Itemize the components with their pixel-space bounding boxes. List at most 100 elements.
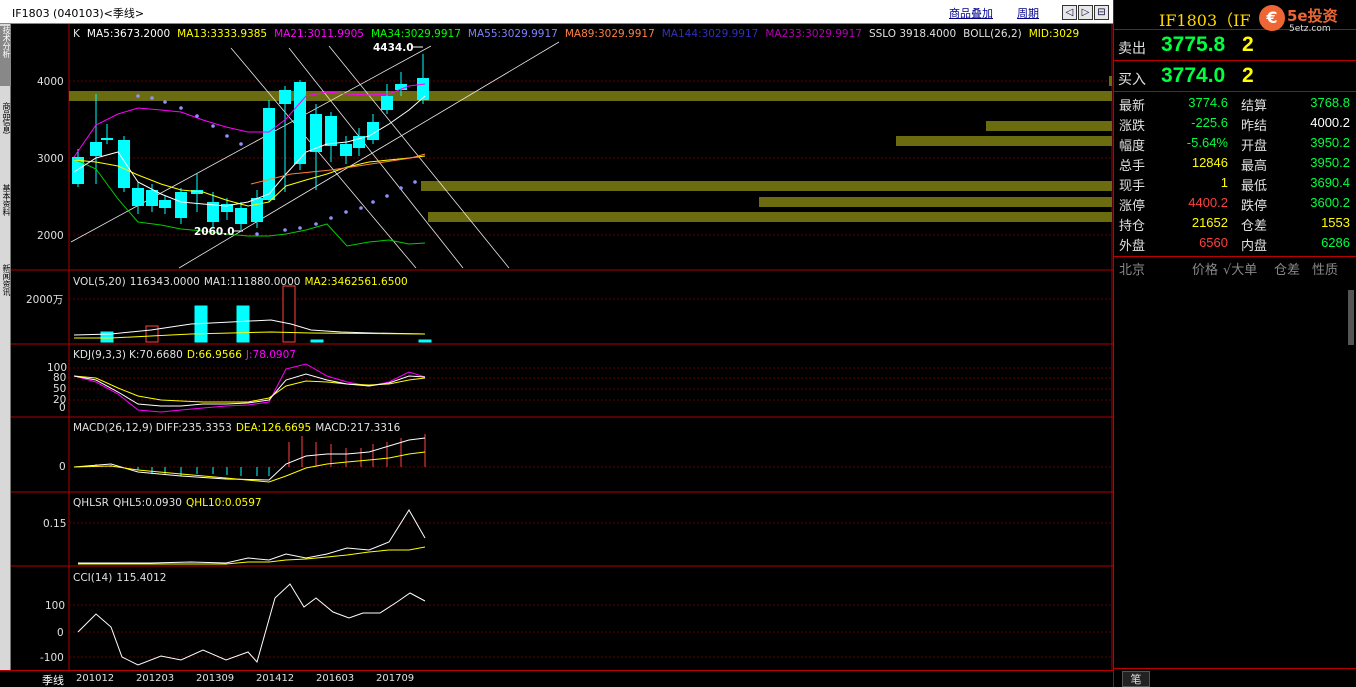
quote-value: 3690.4 (1310, 175, 1350, 190)
candle-body (132, 188, 144, 206)
volume-bar (282, 285, 296, 343)
cycle-link[interactable]: 周期 (1017, 5, 1039, 21)
ticker-col-nature: 性质 (1312, 263, 1339, 278)
quote-value: -225.6 (1191, 115, 1228, 130)
cci-legend: CCI(14) 115.4012 (73, 572, 166, 584)
ticker-col-location: 北京 (1119, 263, 1146, 278)
quote-key: 结算 (1241, 99, 1268, 114)
candle-body (175, 192, 187, 218)
candle-body (340, 144, 352, 156)
sar-dot (211, 124, 215, 128)
date-tick: 201603 (316, 673, 355, 684)
price-tick-4000: 4000 (37, 76, 64, 88)
price-tick-3000: 3000 (37, 153, 64, 165)
zoom-button[interactable]: ⊟ (1094, 5, 1109, 20)
quote-value: 21652 (1191, 215, 1228, 230)
period-label[interactable]: 季线 (42, 672, 64, 687)
tab-basic-data[interactable]: 基本资料 (0, 184, 11, 244)
quote-key: 最低 (1241, 179, 1268, 194)
quote-row: 持仓 21652 仓差 1553 (1114, 213, 1356, 234)
quote-value: 3600.2 (1310, 195, 1350, 210)
indicator-label: SSLO 3918.4000 (869, 28, 956, 40)
sell-row: 卖出 3775.8 2 (1114, 31, 1356, 61)
scroll-left-button[interactable]: ◁ (1062, 5, 1077, 20)
sar-dot (298, 226, 302, 230)
date-tick: 201203 (136, 673, 175, 684)
sar-dot (225, 134, 229, 138)
quote-symbol: IF1803（IF (1159, 11, 1251, 30)
sar-dot (413, 180, 417, 184)
chart-symbol-title: IF1803 (040103)<季线> (12, 7, 145, 20)
sar-dot (283, 228, 287, 232)
panel-scrollbar[interactable] (1348, 290, 1354, 345)
volume-bar (310, 339, 324, 343)
sar-dot (136, 94, 140, 98)
buy-row: 买入 3774.0 2 (1114, 62, 1356, 92)
indicator-label: MID:3029 (1029, 28, 1080, 40)
sell-price: 3775.8 (1161, 33, 1226, 56)
quote-key: 仓差 (1241, 219, 1268, 234)
indicator-label: MA34:3029.9917 (371, 28, 461, 40)
volume-bar (145, 325, 159, 343)
sell-label: 卖出 (1118, 41, 1146, 57)
sar-dot (329, 216, 333, 220)
trend-lines (70, 41, 560, 269)
volume-bar (236, 305, 250, 343)
date-axis: 季线 201012 201203 201309 201412 201603 20… (0, 670, 1113, 687)
ticker-col-bigorder[interactable]: √大单 (1223, 259, 1257, 278)
overlay-link[interactable]: 商品叠加 (949, 5, 993, 21)
sar-dot (150, 96, 154, 100)
vol-tick: 2000万 (26, 294, 63, 306)
kdj-j-line (73, 363, 426, 413)
candle-body (159, 200, 171, 208)
sar-dot (371, 200, 375, 204)
price-tick-2000: 2000 (37, 230, 64, 242)
low-price-marker: 2060.0 (194, 226, 235, 238)
sar-dot (314, 222, 318, 226)
left-tab-strip: 技术分析 商品信息 基本资料 新闻资讯 (0, 24, 11, 670)
quote-key: 最高 (1241, 159, 1268, 174)
candle-body (263, 108, 275, 200)
macd-bars (95, 434, 426, 476)
moving-average-lines (73, 83, 426, 247)
cci-tick-100: 100 (45, 600, 65, 612)
quote-value: 4000.2 (1310, 115, 1350, 130)
chart-area[interactable]: 4000 3000 2000 4434.0 2060.0 K MA5:3673.2… (11, 24, 1113, 670)
indicator-label: K (73, 28, 81, 40)
sar-dot (239, 142, 243, 146)
ticker-col-price: 价格 (1192, 263, 1219, 278)
indicator-label: MA144:3029.9917 (662, 28, 759, 40)
logo-brand: 5e投资 (1287, 7, 1338, 25)
quote-row: 总手 12846 最高 3950.2 (1114, 153, 1356, 174)
indicator-label: BOLL(26,2) (963, 28, 1022, 40)
quote-value: 3950.2 (1310, 155, 1350, 170)
quote-value: 3768.8 (1310, 95, 1350, 110)
quote-value: -5.64% (1186, 135, 1228, 150)
sar-dot (359, 206, 363, 210)
buy-qty: 2 (1242, 64, 1254, 87)
quote-value: 3950.2 (1310, 135, 1350, 150)
ticker-col-oi-change: 仓差 (1274, 263, 1301, 278)
tab-product-info[interactable]: 商品信息 (0, 102, 11, 162)
date-tick: 201309 (196, 673, 235, 684)
candle-body (251, 198, 263, 222)
indicator-label: MA89:3029.9917 (565, 28, 655, 40)
quote-key: 外盘 (1119, 239, 1146, 254)
tab-technical[interactable]: 技术分析 (0, 26, 11, 86)
candle-body (381, 96, 393, 110)
indicator-label: MA5:3673.2000 (87, 28, 170, 40)
quote-key: 幅度 (1119, 139, 1146, 154)
sar-dot (385, 194, 389, 198)
main-indicator-legend: K MA5:3673.2000 MA13:3333.9385 MA21:3011.99… (73, 28, 1079, 40)
sell-qty: 2 (1242, 33, 1254, 56)
scroll-right-button[interactable]: ▷ (1078, 5, 1093, 20)
quote-key: 现手 (1119, 179, 1146, 194)
tab-news[interactable]: 新闻资讯 (0, 264, 11, 324)
indicator-label: MA233:3029.9917 (765, 28, 862, 40)
buy-label: 买入 (1118, 72, 1146, 88)
cci-tick-0: 0 (57, 627, 64, 639)
tab-ticks[interactable]: 笔 (1122, 671, 1150, 687)
candle-body (325, 116, 337, 146)
candle-body (417, 78, 429, 100)
sar-dot (195, 114, 199, 118)
